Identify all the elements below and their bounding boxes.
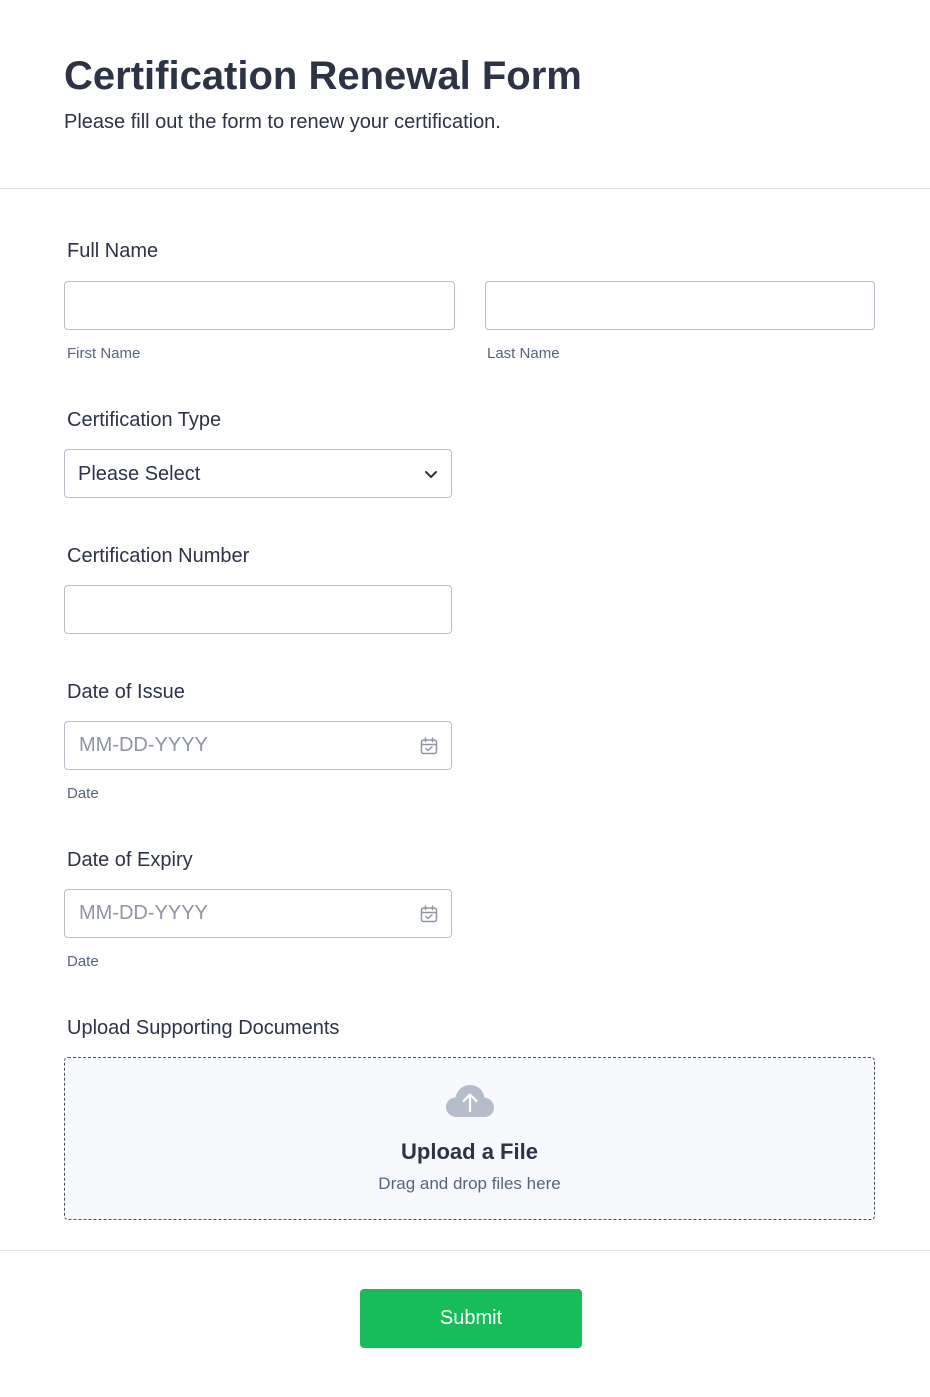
- date-of-expiry-label: Date of Expiry: [67, 849, 193, 871]
- certification-type-selected: Please Select: [78, 463, 201, 485]
- full-name-label: Full Name: [67, 240, 159, 262]
- upload-title: Upload a File: [401, 1139, 538, 1164]
- date-of-issue-input[interactable]: [64, 721, 452, 770]
- page-subtitle: Please fill out the form to renew your c…: [64, 111, 501, 133]
- certification-number-label: Certification Number: [67, 545, 250, 567]
- certification-type-select[interactable]: Please Select: [64, 449, 452, 498]
- file-upload-dropzone[interactable]: Upload a File Drag and drop files here: [64, 1057, 875, 1220]
- date-of-expiry-sublabel: Date: [67, 953, 99, 970]
- page-title: Certification Renewal Form: [64, 54, 582, 98]
- certification-type-label: Certification Type: [67, 409, 222, 431]
- submit-button[interactable]: Submit: [360, 1289, 582, 1348]
- upload-label: Upload Supporting Documents: [67, 1017, 340, 1039]
- last-name-input[interactable]: [485, 281, 875, 330]
- last-name-sublabel: Last Name: [487, 345, 560, 362]
- form-header: Certification Renewal Form Please fill o…: [0, 0, 930, 189]
- footer-divider: [0, 1250, 930, 1251]
- cloud-upload-icon: [446, 1085, 494, 1117]
- date-of-issue-sublabel: Date: [67, 785, 99, 802]
- first-name-sublabel: First Name: [67, 345, 141, 362]
- first-name-input[interactable]: [64, 281, 455, 330]
- upload-subtitle: Drag and drop files here: [378, 1174, 561, 1193]
- date-of-issue-label: Date of Issue: [67, 681, 185, 703]
- calendar-icon[interactable]: [419, 904, 439, 924]
- calendar-icon[interactable]: [419, 736, 439, 756]
- date-of-expiry-input[interactable]: [64, 889, 452, 938]
- certification-number-input[interactable]: [64, 585, 452, 634]
- chevron-down-icon: [425, 471, 437, 478]
